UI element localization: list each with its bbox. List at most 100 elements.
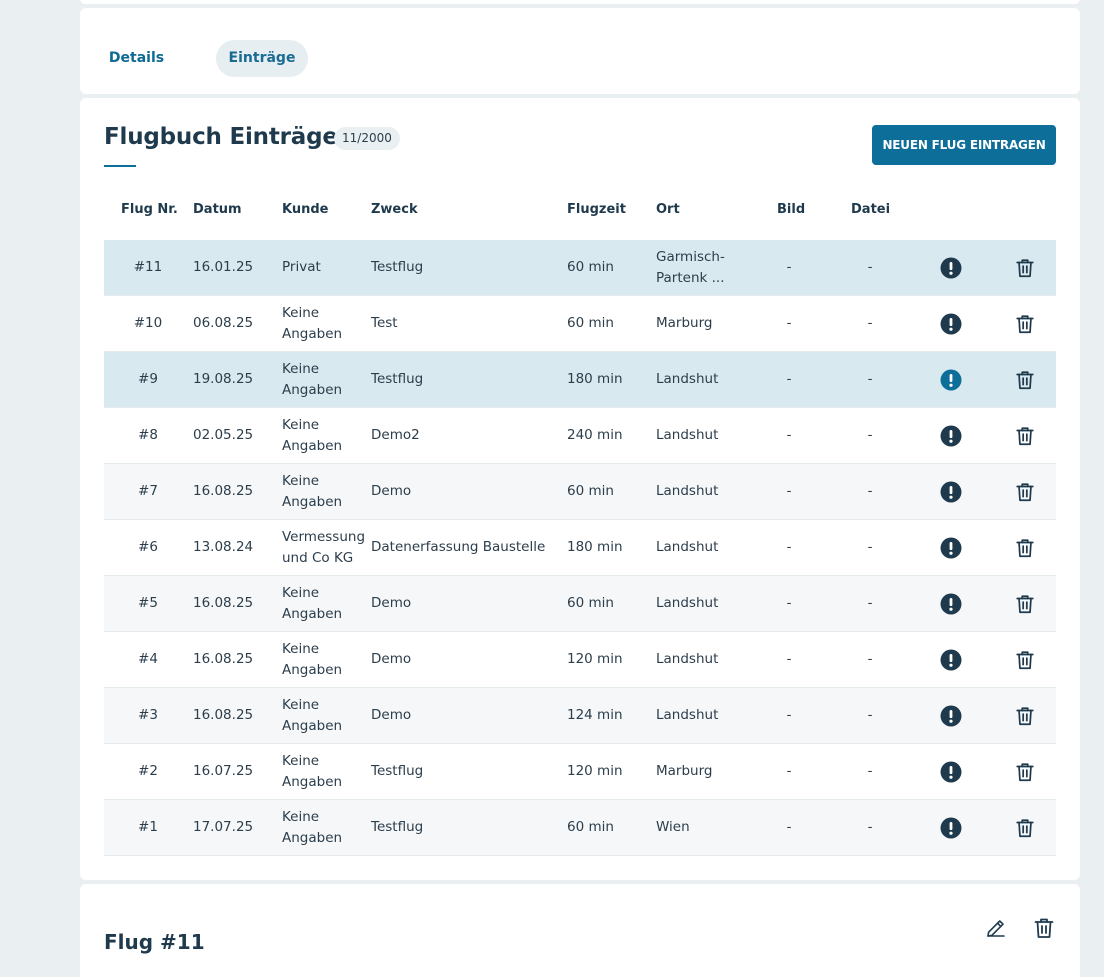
cell-customer: Vermessung und Co KG — [282, 528, 366, 566]
cell-file: - — [867, 371, 873, 387]
cell-customer: Keine Angaben — [282, 696, 343, 734]
cell-location: Landshut — [656, 427, 719, 443]
tab-details[interactable]: Details — [100, 40, 173, 77]
cell-file: - — [867, 707, 873, 723]
cell-customer: Keine Angaben — [282, 472, 343, 510]
exclamation-circle-icon[interactable] — [936, 352, 966, 407]
cell-flight-time: 180 min — [567, 371, 623, 387]
table-body: #11 16.01.25 Privat Testflug 60 min Garmisch-… — [104, 240, 1056, 856]
tab-entries[interactable]: Einträge — [216, 40, 308, 77]
cell-customer: Keine Angaben — [282, 640, 343, 678]
header-location[interactable]: Ort — [656, 196, 680, 224]
cell-flight-time: 120 min — [567, 763, 623, 779]
trash-icon[interactable] — [1010, 632, 1040, 687]
table-row[interactable]: #10 06.08.25 Keine Angaben Test 60 min Marbur… — [104, 296, 1056, 352]
cell-flight-nr: #9 — [138, 371, 158, 387]
trash-icon[interactable] — [1010, 352, 1040, 407]
cell-flight-nr: #6 — [138, 539, 158, 555]
trash-icon[interactable] — [1010, 744, 1040, 799]
cell-file: - — [867, 427, 873, 443]
cell-flight-nr: #7 — [138, 483, 158, 499]
cell-date: 02.05.25 — [193, 427, 254, 443]
header-image[interactable]: Bild — [777, 196, 805, 224]
cell-purpose: Datenerfassung Baustelle — [371, 539, 546, 555]
flight-detail-title: Flug #11 — [104, 930, 205, 954]
table-row[interactable]: #8 02.05.25 Keine Angaben Demo2 240 min Lands… — [104, 408, 1056, 464]
cell-purpose: Demo — [371, 707, 412, 723]
trash-icon[interactable] — [1010, 520, 1040, 575]
cell-purpose: Testflug — [371, 259, 424, 275]
cell-flight-time: 124 min — [567, 707, 623, 723]
cell-date: 16.08.25 — [193, 651, 254, 667]
cell-flight-time: 60 min — [567, 819, 614, 835]
trash-icon[interactable] — [1010, 576, 1040, 631]
cell-location: Landshut — [656, 371, 719, 387]
cell-flight-nr: #3 — [138, 707, 158, 723]
header-flight-time[interactable]: Flugzeit — [567, 196, 626, 224]
table-row[interactable]: #11 16.01.25 Privat Testflug 60 min Garmisch-… — [104, 240, 1056, 296]
exclamation-circle-icon[interactable] — [936, 408, 966, 463]
cell-flight-time: 180 min — [567, 539, 623, 555]
cell-purpose: Testflug — [371, 371, 424, 387]
trash-icon[interactable] — [1010, 296, 1040, 351]
exclamation-circle-icon[interactable] — [936, 744, 966, 799]
cell-image: - — [786, 483, 792, 499]
cell-image: - — [786, 427, 792, 443]
cell-location: Landshut — [656, 707, 719, 723]
cell-flight-time: 60 min — [567, 483, 614, 499]
cell-customer: Keine Angaben — [282, 808, 343, 846]
cell-date: 13.08.24 — [193, 539, 254, 555]
header-flight-nr[interactable]: Flug Nr. — [121, 196, 178, 224]
table-row[interactable]: #1 17.07.25 Keine Angaben Testflug 60 min Wie… — [104, 800, 1056, 856]
cell-file: - — [867, 315, 873, 331]
cell-date: 16.08.25 — [193, 483, 254, 499]
exclamation-circle-icon[interactable] — [936, 632, 966, 687]
cell-date: 17.07.25 — [193, 819, 254, 835]
cell-location: Garmisch- Partenk ... — [656, 248, 725, 286]
new-flight-button[interactable]: NEUEN FLUG EINTRAGEN — [872, 125, 1056, 165]
exclamation-circle-icon[interactable] — [936, 296, 966, 351]
cell-purpose: Demo — [371, 595, 412, 611]
header-file[interactable]: Datei — [851, 196, 890, 224]
exclamation-circle-icon[interactable] — [936, 240, 966, 295]
trash-icon[interactable] — [1010, 800, 1040, 855]
exclamation-circle-icon[interactable] — [936, 464, 966, 519]
table-row[interactable]: #9 19.08.25 Keine Angaben Testflug 180 min La… — [104, 352, 1056, 408]
cell-image: - — [786, 707, 792, 723]
table-row[interactable]: #6 13.08.24 Vermessung und Co KG Datenerfas… — [104, 520, 1056, 576]
cell-flight-nr: #1 — [138, 819, 158, 835]
cell-flight-nr: #11 — [133, 259, 163, 275]
exclamation-circle-icon[interactable] — [936, 520, 966, 575]
cell-location: Landshut — [656, 651, 719, 667]
table-row[interactable]: #3 16.08.25 Keine Angaben Demo 124 min Landsh… — [104, 688, 1056, 744]
trash-icon[interactable] — [1010, 240, 1040, 295]
cell-location: Landshut — [656, 595, 719, 611]
pencil-icon[interactable] — [984, 916, 1008, 940]
cell-customer: Keine Angaben — [282, 752, 343, 790]
cell-file: - — [867, 483, 873, 499]
exclamation-circle-icon[interactable] — [936, 576, 966, 631]
title-underline — [104, 165, 136, 167]
table-row[interactable]: #4 16.08.25 Keine Angaben Demo 120 min Landsh… — [104, 632, 1056, 688]
cell-location: Wien — [656, 819, 690, 835]
cell-flight-time: 60 min — [567, 315, 614, 331]
exclamation-circle-icon[interactable] — [936, 800, 966, 855]
table-row[interactable]: #7 16.08.25 Keine Angaben Demo 60 min Landshu… — [104, 464, 1056, 520]
exclamation-circle-icon[interactable] — [936, 688, 966, 743]
header-purpose[interactable]: Zweck — [371, 196, 418, 224]
cell-flight-time: 60 min — [567, 259, 614, 275]
cell-file: - — [867, 539, 873, 555]
cell-purpose: Demo2 — [371, 427, 420, 443]
flight-log-card: Flugbuch Einträge 11/2000 NEUEN FLUG EIN… — [80, 98, 1080, 880]
table-row[interactable]: #2 16.07.25 Keine Angaben Testflug 120 min Ma… — [104, 744, 1056, 800]
trash-icon[interactable] — [1010, 688, 1040, 743]
cell-customer: Keine Angaben — [282, 304, 343, 342]
cell-file: - — [867, 651, 873, 667]
header-date[interactable]: Datum — [193, 196, 242, 224]
cell-image: - — [786, 371, 792, 387]
trash-icon[interactable] — [1032, 916, 1056, 940]
table-row[interactable]: #5 16.08.25 Keine Angaben Demo 60 min Landshu… — [104, 576, 1056, 632]
header-customer[interactable]: Kunde — [282, 196, 328, 224]
trash-icon[interactable] — [1010, 408, 1040, 463]
trash-icon[interactable] — [1010, 464, 1040, 519]
